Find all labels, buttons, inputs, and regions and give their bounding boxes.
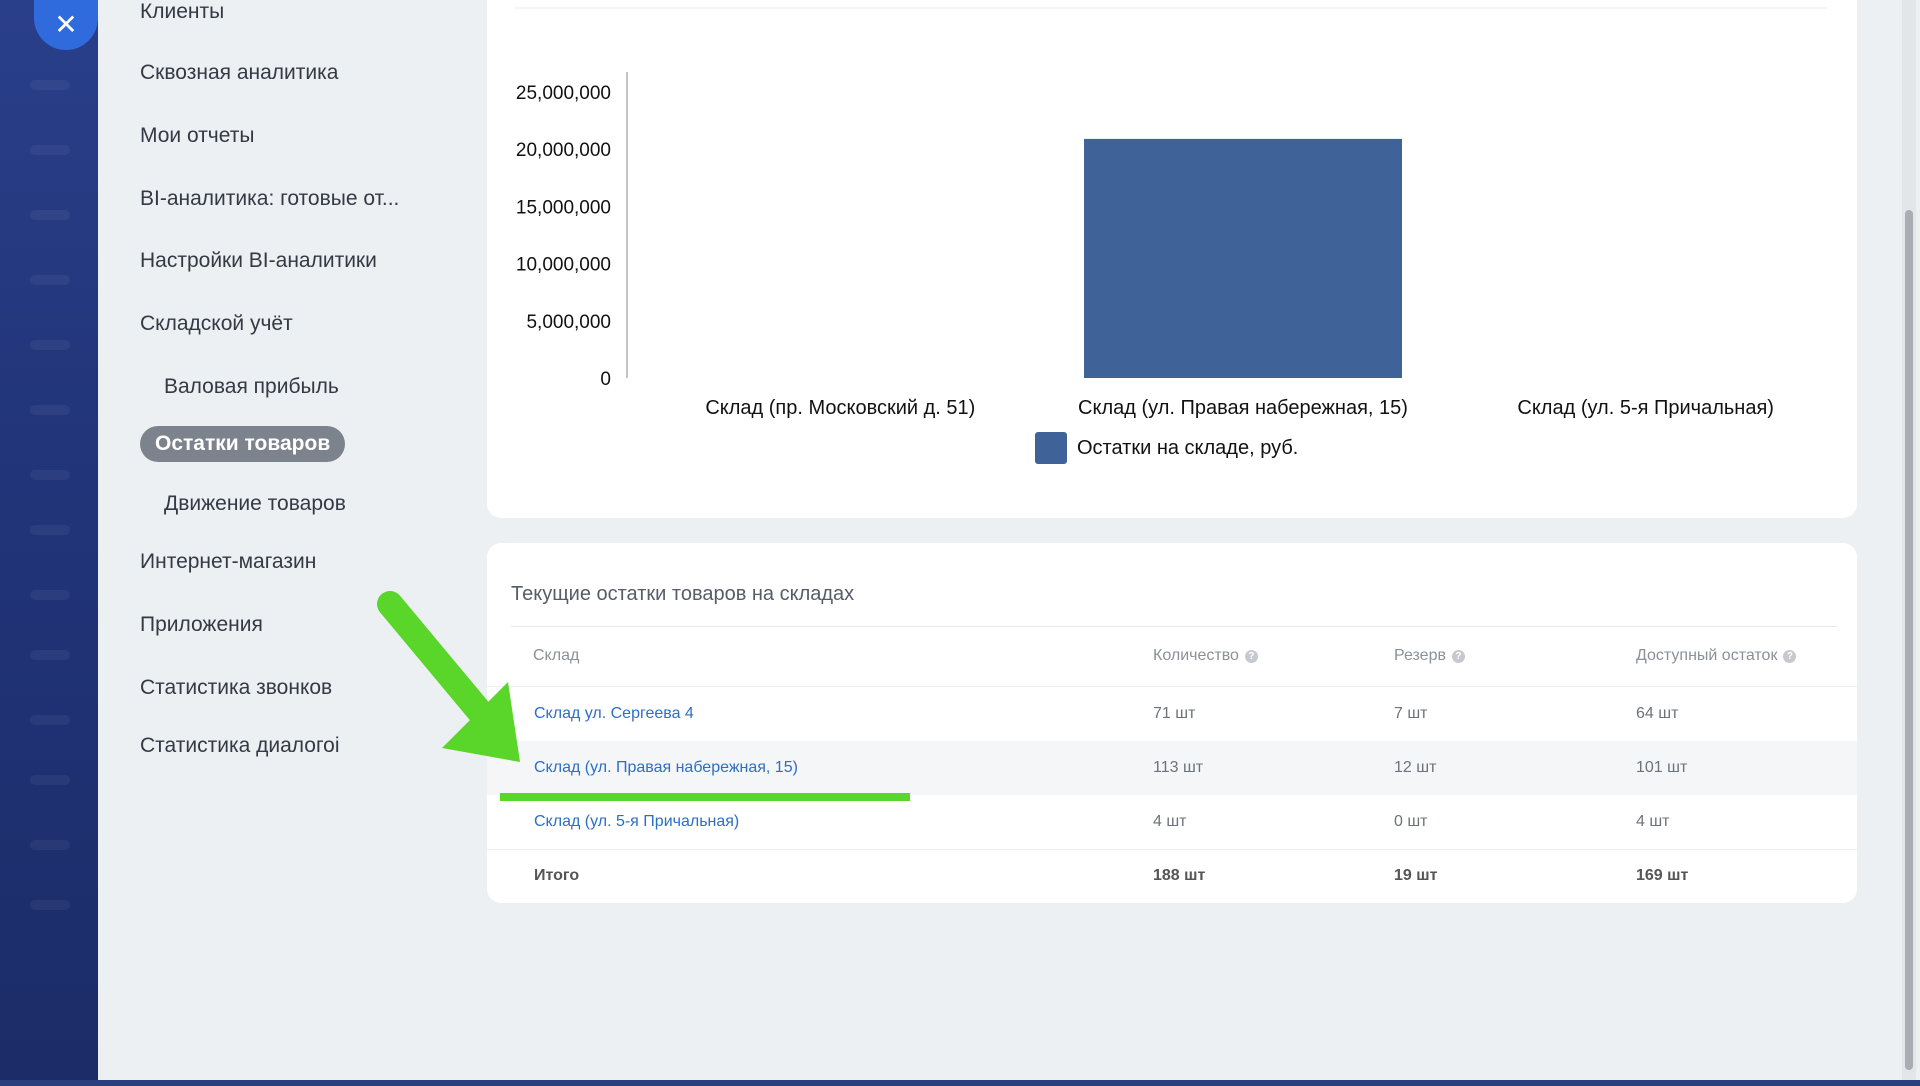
- available-cell: 101 шт: [1636, 759, 1688, 776]
- legend-swatch: [1035, 432, 1067, 464]
- qty-cell: 113 шт: [1153, 759, 1204, 776]
- x-tick-label: Склад (ул. 5-я Причальная): [1517, 397, 1774, 419]
- y-tick-label: 15,000,000: [516, 197, 611, 218]
- table-total-row: Итого 188 шт 19 шт 169 шт: [487, 849, 1857, 903]
- sidebar-item-online-store[interactable]: Интернет-магазин: [140, 550, 316, 574]
- warehouse-link[interactable]: Склад (ул. 5-я Причальная): [534, 813, 739, 831]
- help-icon[interactable]: ?: [1451, 649, 1465, 663]
- x-tick-label: Склад (пр. Московский д. 51): [705, 397, 975, 419]
- stock-table-card: Текущие остатки товаров на складах Склад…: [487, 543, 1857, 903]
- qty-cell: 71 шт: [1153, 705, 1196, 722]
- warehouse-link[interactable]: Склад ул. Сергеева 4: [534, 705, 694, 723]
- header-warehouse: Склад: [533, 647, 580, 664]
- reserve-cell: 0 шт: [1394, 813, 1428, 830]
- scrollbar[interactable]: [1902, 0, 1916, 1080]
- sidebar-item-stock-movement[interactable]: Движение товаров: [164, 492, 346, 516]
- sidebar-item-stock-balances[interactable]: Остатки товаров: [140, 426, 346, 462]
- header-reserve: Резерв ?: [1394, 647, 1465, 665]
- sidebar-item-call-statistics[interactable]: Статистика звонков: [140, 676, 332, 700]
- scrollbar-thumb[interactable]: [1905, 210, 1913, 1070]
- sidebar-item-warehouse-accounting[interactable]: Складской учёт: [140, 312, 293, 336]
- sidebar-item-dialog-statistics[interactable]: Статистика диалогоі: [140, 734, 340, 758]
- y-tick-label: 20,000,000: [516, 140, 611, 161]
- header-quantity: Количество ?: [1153, 647, 1258, 665]
- total-available: 169 шт: [1636, 867, 1689, 884]
- reserve-cell: 7 шт: [1394, 705, 1428, 722]
- available-cell: 64 шт: [1636, 705, 1679, 722]
- sidebar-item-bi-settings[interactable]: Настройки BI-аналитики: [140, 249, 377, 273]
- reserve-cell: 12 шт: [1394, 759, 1437, 776]
- chart-legend: Остатки на складе, руб.: [1035, 432, 1298, 464]
- close-icon: ✕: [54, 9, 78, 40]
- total-label: Итого: [534, 867, 580, 884]
- y-tick-label: 0: [600, 369, 611, 390]
- x-tick-label: Склад (ул. Правая набережная, 15): [1078, 397, 1408, 419]
- legend-label: Остатки на складе, руб.: [1077, 436, 1299, 459]
- bar: [1084, 138, 1402, 378]
- warehouse-link[interactable]: Склад (ул. Правая набережная, 15): [534, 759, 798, 777]
- background-left: [0, 0, 98, 1086]
- header-available: Доступный остаток ?: [1636, 647, 1797, 665]
- help-icon[interactable]: ?: [1783, 649, 1797, 663]
- help-icon[interactable]: ?: [1244, 649, 1258, 663]
- y-tick-label: 5,000,000: [526, 312, 611, 333]
- table-title: Текущие остатки товаров на складах: [511, 583, 855, 605]
- table-row: Склад ул. Сергеева 4 71 шт 7 шт 64 шт: [487, 687, 1857, 741]
- sidebar-item-end-to-end-analytics[interactable]: Сквозная аналитика: [140, 61, 338, 85]
- sidebar-item-applications[interactable]: Приложения: [140, 613, 263, 637]
- total-reserve: 19 шт: [1394, 867, 1438, 884]
- y-tick-label: 10,000,000: [516, 255, 611, 276]
- sidebar-item-my-reports[interactable]: Мои отчеты: [140, 124, 254, 148]
- bottom-strip: [0, 1080, 1920, 1086]
- sidebar-item-bi-ready-reports[interactable]: BI-аналитика: готовые от...: [140, 187, 399, 211]
- sidebar-item-clients[interactable]: Клиенты: [140, 0, 224, 24]
- title-divider: [511, 626, 1837, 627]
- sidebar-item-gross-profit[interactable]: Валовая прибыль: [164, 375, 339, 399]
- chart-card: 0 5,000,000 10,000,000 15,000,000 20,000,000…: [487, 0, 1857, 518]
- table-row: Склад (ул. 5-я Причальная) 4 шт 0 шт 4 ш…: [487, 795, 1857, 849]
- qty-cell: 4 шт: [1153, 813, 1187, 830]
- table-row: Склад (ул. Правая набережная, 15) 113 шт…: [487, 741, 1857, 795]
- available-cell: 4 шт: [1636, 813, 1670, 830]
- total-qty: 188 шт: [1153, 867, 1206, 884]
- y-tick-label: 25,000,000: [516, 83, 611, 104]
